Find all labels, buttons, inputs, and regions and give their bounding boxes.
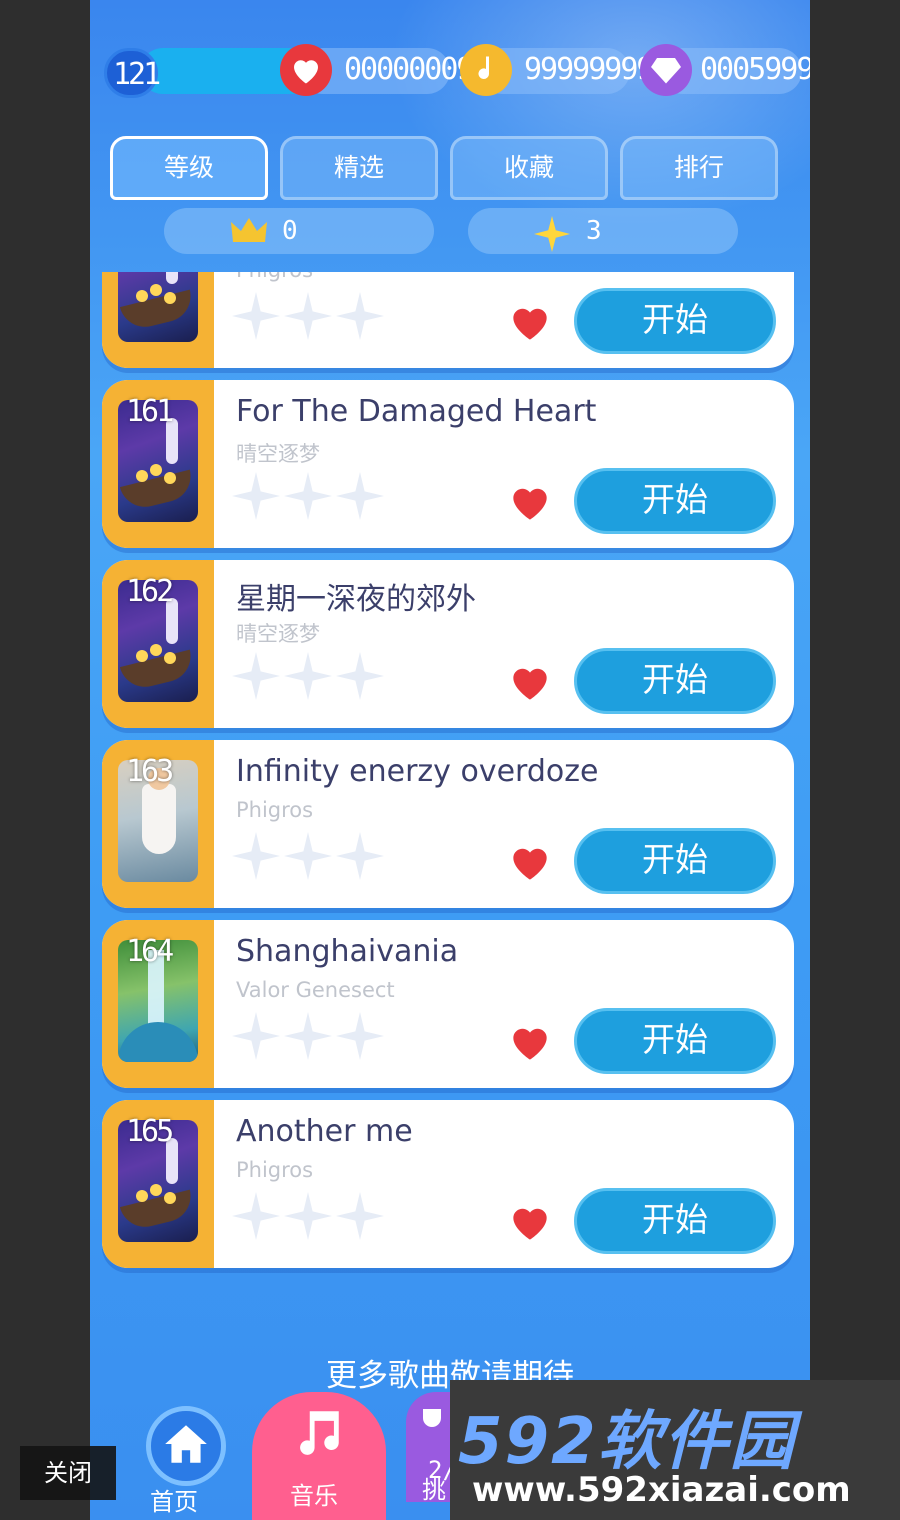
- note-icon: [460, 44, 512, 96]
- song-number: 162: [126, 574, 174, 609]
- star-icon: [232, 652, 280, 704]
- song-title: Infinity enerzy overdoze: [236, 754, 599, 789]
- star-icon: [336, 1192, 384, 1244]
- star-count: 3: [586, 216, 602, 246]
- start-button[interactable]: 开始: [574, 828, 776, 894]
- song-artist: 晴空逐梦: [236, 622, 320, 646]
- start-button[interactable]: 开始: [574, 1188, 776, 1254]
- tab-featured-label: 精选: [333, 153, 384, 182]
- trophy-icon: [414, 1406, 450, 1446]
- start-button[interactable]: 开始: [574, 468, 776, 534]
- song-title: 星期一深夜的郊外: [236, 582, 476, 617]
- crown-count-pill: 0: [164, 208, 434, 254]
- hearts-value: 00000009: [344, 52, 474, 87]
- song-card[interactable]: 162 星期一深夜的郊外晴空逐梦开始: [102, 560, 794, 728]
- song-number: 164: [126, 934, 174, 969]
- nav-home-button[interactable]: [146, 1406, 226, 1486]
- star-icon: [284, 292, 332, 344]
- diamond-icon: [640, 44, 692, 96]
- star-icon: [336, 292, 384, 344]
- star-icon: [232, 472, 280, 524]
- favorite-heart-icon[interactable]: [510, 664, 550, 706]
- heart-icon: [280, 44, 332, 96]
- song-card[interactable]: Phigros 开始: [102, 272, 794, 368]
- favorite-heart-icon[interactable]: [510, 484, 550, 526]
- sparkle-icon: [534, 216, 570, 256]
- app-screen: 121 00000009 99999999 00059998 等级 精选 收藏 …: [90, 0, 810, 1520]
- star-icon: [336, 832, 384, 884]
- song-title: For The Damaged Heart: [236, 394, 597, 429]
- song-title: Shanghaivania: [236, 934, 459, 969]
- favorite-heart-icon[interactable]: [510, 844, 550, 886]
- star-icon: [284, 652, 332, 704]
- star-icon: [284, 1012, 332, 1064]
- close-button[interactable]: 关闭: [20, 1446, 116, 1500]
- notes-value: 99999999: [524, 52, 654, 87]
- song-artist: Phigros: [236, 798, 314, 822]
- song-artist: Phigros: [236, 1158, 314, 1182]
- nav-home-label[interactable]: 首页: [150, 1482, 198, 1517]
- song-artist: 晴空逐梦: [236, 442, 320, 466]
- tab-favorites[interactable]: 收藏: [450, 136, 608, 200]
- watermark: 592软件园 www.592xiazai.com: [450, 1380, 900, 1520]
- stats-bar: 121 00000009 99999999 00059998: [100, 44, 810, 100]
- song-artist: Phigros: [236, 272, 313, 282]
- song-card[interactable]: 161 For The Damaged Heart 晴空逐梦开始: [102, 380, 794, 548]
- song-number: 165: [126, 1114, 174, 1149]
- star-icon: [336, 652, 384, 704]
- music-icon: [288, 1404, 346, 1466]
- favorite-heart-icon[interactable]: [510, 1204, 550, 1246]
- song-card[interactable]: 163 Infinity enerzy overdoze Phigros 开始: [102, 740, 794, 908]
- song-number: 163: [126, 754, 174, 789]
- song-card[interactable]: 165 Another me Phigros 开始: [102, 1100, 794, 1268]
- favorite-heart-icon[interactable]: [510, 1024, 550, 1066]
- song-card[interactable]: 164 Shanghaivania Valor Genesect 开始: [102, 920, 794, 1088]
- start-button[interactable]: 开始: [574, 1008, 776, 1074]
- song-artist: Valor Genesect: [236, 978, 395, 1002]
- watermark-brand: 592软件园: [458, 1405, 796, 1479]
- crown-count: 0: [282, 216, 298, 246]
- song-list[interactable]: Phigros开始161For The Damaged Heart晴空逐梦开始1…: [90, 272, 810, 1282]
- level-badge: 121: [104, 48, 161, 98]
- nav-music-label[interactable]: 音乐: [290, 1476, 338, 1511]
- star-icon: [284, 472, 332, 524]
- start-button[interactable]: 开始: [574, 648, 776, 714]
- song-number: 161: [126, 394, 174, 429]
- home-icon: [161, 1419, 211, 1473]
- tab-featured[interactable]: 精选: [280, 136, 438, 200]
- crown-icon: [230, 216, 268, 250]
- star-icon: [284, 832, 332, 884]
- star-icon: [232, 832, 280, 884]
- song-title: Another me: [236, 1114, 413, 1149]
- star-icon: [232, 1012, 280, 1064]
- star-icon: [232, 292, 280, 344]
- diamonds-value: 00059998: [700, 52, 810, 87]
- favorite-heart-icon[interactable]: [510, 304, 550, 346]
- tab-ranking-label: 排行: [673, 153, 724, 182]
- star-count-pill: 3: [468, 208, 738, 254]
- tab-level[interactable]: 等级: [110, 136, 268, 200]
- star-icon: [336, 1012, 384, 1064]
- star-icon: [284, 1192, 332, 1244]
- tab-favorites-label: 收藏: [503, 153, 554, 182]
- star-icon: [232, 1192, 280, 1244]
- tab-ranking[interactable]: 排行: [620, 136, 778, 200]
- album-cover: [118, 272, 198, 342]
- level-value: 121: [113, 57, 161, 92]
- tab-level-label: 等级: [163, 153, 214, 182]
- start-button[interactable]: 开始: [574, 288, 776, 354]
- star-icon: [336, 472, 384, 524]
- watermark-url: www.592xiazai.com: [472, 1470, 851, 1510]
